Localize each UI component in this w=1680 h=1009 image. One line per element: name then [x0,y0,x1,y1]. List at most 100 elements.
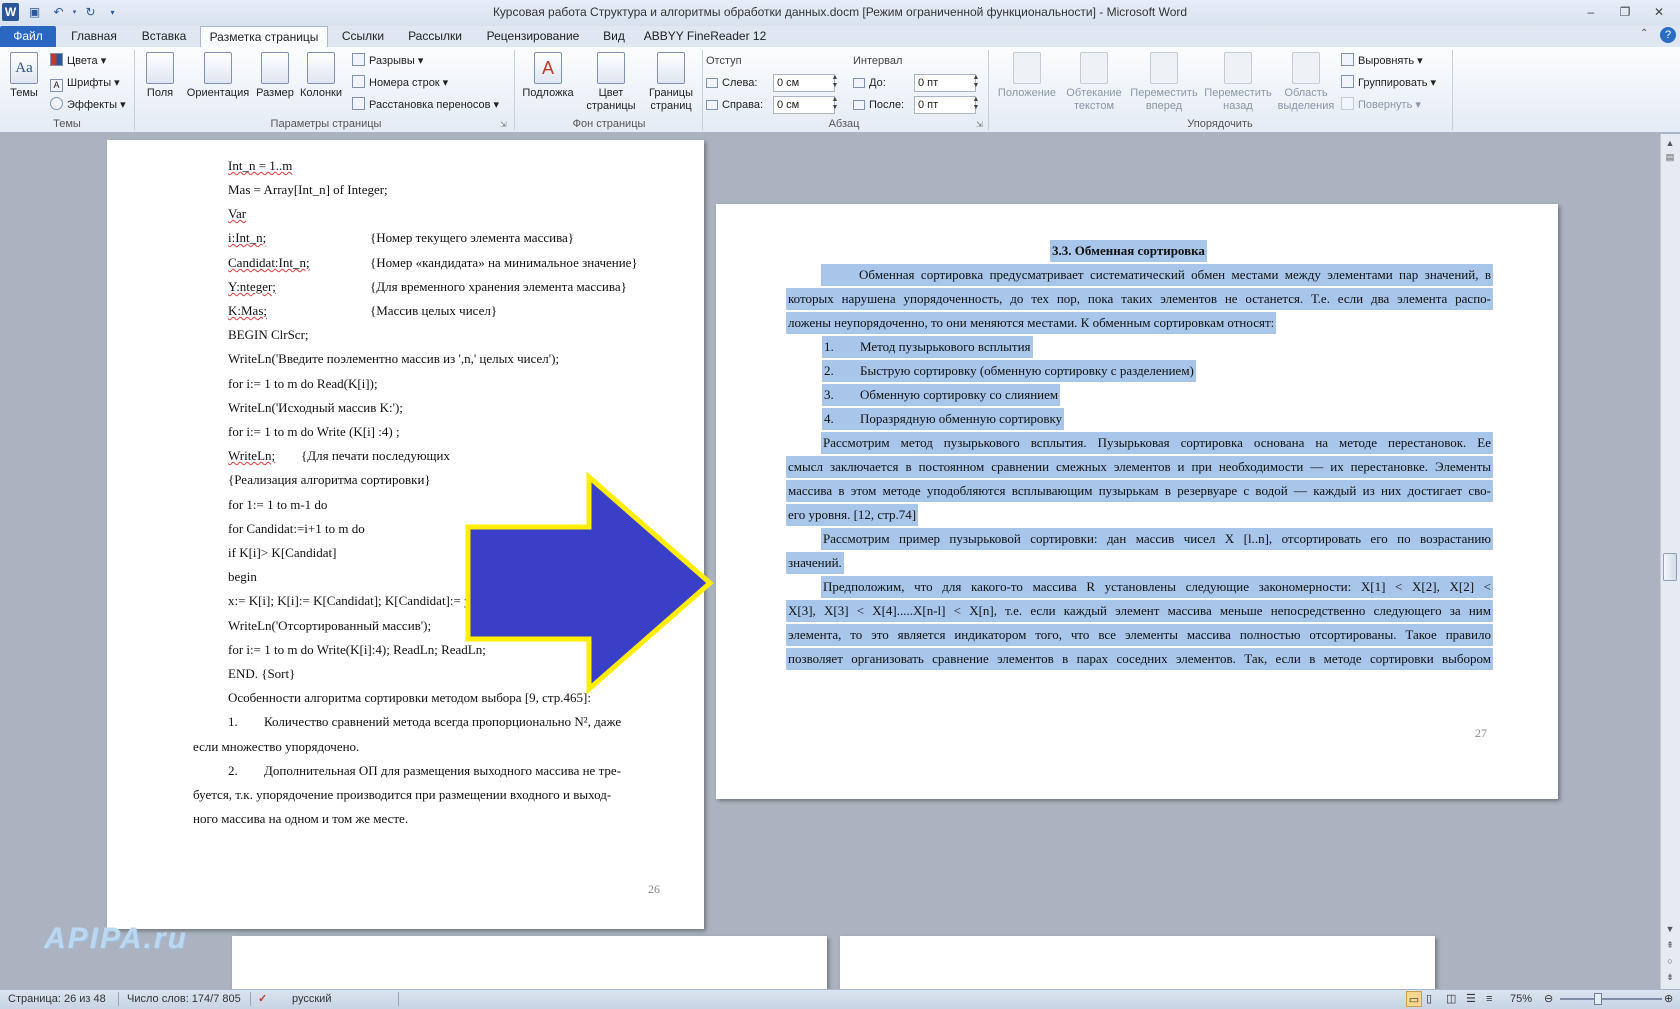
tab-abbyy[interactable]: ABBYY FineReader 12 [642,26,768,47]
page-borders-label-2: страниц [650,100,692,112]
close-icon[interactable]: ✕ [1646,3,1672,21]
tab-home[interactable]: Главная [60,26,128,47]
zoom-slider-track[interactable] [1560,998,1662,1000]
tab-insert[interactable]: Вставка [132,26,196,47]
line-numbers-button[interactable]: Номера строк ▾ [352,74,448,92]
orientation-icon [204,52,232,84]
selection-pane-button[interactable]: Область выделения [1276,52,1336,113]
hyphenation-button[interactable]: Расстановка переносов ▾ [352,96,499,114]
indent-left-spinner-icon[interactable]: ▲ ▼ [829,74,841,92]
status-language[interactable]: русский [292,989,331,1009]
watermark-button[interactable]: A Подложка [518,52,578,100]
orientation-button[interactable]: Ориентация [183,52,253,100]
send-backward-button[interactable]: Переместить назад [1202,52,1274,113]
tab-view[interactable]: Вид [594,26,634,47]
minimize-icon[interactable]: – [1578,3,1604,21]
code-line: Int_n = 1..m [228,158,293,173]
themes-button[interactable]: Aa Темы [6,52,42,100]
bring-forward-icon [1150,52,1178,84]
zoom-slider-thumb[interactable] [1594,993,1602,1005]
tab-page-layout[interactable]: Разметка страницы [200,26,328,48]
ribbon-separator [1452,50,1453,130]
indent-right-text: Справа: [722,99,764,111]
theme-fonts-button[interactable]: A Шрифты ▾ [50,74,120,92]
group-label-page-setup: Параметры страницы [270,118,382,130]
spacing-before-spinner-icon[interactable]: ▲ ▼ [970,74,982,92]
page-color-icon [597,52,625,84]
group-button[interactable]: Группировать ▾ [1341,74,1436,92]
page-27[interactable]: 3.3. Обменная сортировка Обменная сортир… [716,204,1558,799]
wrap-text-label-2: текстом [1073,100,1115,112]
help-icon[interactable]: ? [1660,27,1676,43]
list-number: 2. [822,360,858,382]
indent-title: Отступ [706,55,742,67]
draft-icon[interactable]: ≡ [1486,989,1492,1009]
columns-button[interactable]: Колонки [297,52,345,100]
paragraph-launcher-icon[interactable]: ⇲ [976,120,983,129]
page-number: 27 [1475,726,1487,740]
next-page-icon[interactable]: ⇟ [1663,970,1677,984]
paragraph-line: ного массива на одном и том же месте. [193,811,409,826]
group-label-themes: Темы [53,118,81,130]
spacing-before-input[interactable]: 0 пт [914,74,976,92]
page-setup-launcher-icon[interactable]: ⇲ [500,120,507,129]
page-28[interactable] [232,936,827,989]
tab-review[interactable]: Рецензирование [478,26,588,47]
paragraph-line: если множество упорядочено. [193,739,360,754]
code-line: WriteLn('Введите поэлементно массив из '… [228,351,560,366]
web-layout-icon[interactable]: ◫ [1446,989,1456,1009]
breaks-button[interactable]: Разрывы ▾ [352,52,423,70]
page-borders-label-1: Границы [649,87,693,99]
scroll-down-icon[interactable]: ▼ [1663,922,1677,936]
position-label: Положение [997,87,1057,99]
tab-file[interactable]: Файл [0,26,56,47]
print-layout-icon[interactable]: ▭ [1406,991,1422,1007]
bring-forward-button[interactable]: Переместить вперед [1128,52,1200,113]
ribbon-separator [702,50,703,130]
theme-colors-button[interactable]: Цвета ▾ [50,52,106,70]
zoom-out-icon[interactable]: ⊖ [1544,989,1553,1009]
tab-references[interactable]: Ссылки [334,26,392,47]
line-numbers-label: Номера строк [369,77,440,89]
indent-right-input[interactable]: 0 см [773,96,835,114]
rotate-button[interactable]: Повернуть ▾ [1341,96,1421,114]
paragraph-line: Предположим, что для какого-то массива R… [821,576,1493,598]
paragraph-line: смысл заключается в постоянном сравнении… [786,456,1493,478]
align-button[interactable]: Выровнять ▾ [1341,52,1423,70]
spacing-after-input[interactable]: 0 пт [914,96,976,114]
scroll-thumb[interactable] [1663,553,1677,581]
page-color-button[interactable]: Цвет страницы [580,52,642,113]
document-workspace[interactable]: Int_n = 1..m Mas = Array[Int_n] of Integ… [0,134,1660,989]
minimize-ribbon-icon[interactable]: ⌃ [1640,28,1648,39]
indent-left-label: Слева: [706,74,757,92]
status-page[interactable]: Страница: 26 из 48 [8,989,106,1009]
watermark-icon: A [534,52,562,84]
page-29[interactable] [840,936,1435,989]
status-words[interactable]: Число слов: 174/7 805 [127,989,241,1009]
code-line: WriteLn('Исходный массив K:'); [228,400,403,415]
indent-left-input[interactable]: 0 см [773,74,835,92]
wrap-text-button[interactable]: Обтекание текстом [1062,52,1126,113]
full-screen-reading-icon[interactable]: ▯ [1426,989,1432,1009]
page-borders-button[interactable]: Границы страниц [644,52,698,113]
indent-right-spinner-icon[interactable]: ▲ ▼ [829,96,841,114]
scroll-up-icon[interactable]: ▲ [1663,136,1677,150]
margins-button[interactable]: Поля [142,52,178,100]
proofing-icon[interactable]: ✓ [258,989,267,1009]
restore-icon[interactable]: ❐ [1612,3,1638,21]
spacing-after-spinner-icon[interactable]: ▲ ▼ [970,96,982,114]
outline-icon[interactable]: ☰ [1466,989,1476,1009]
arrow-shape[interactable] [465,472,715,694]
ruler-toggle-icon[interactable]: ▤ [1663,150,1677,164]
browse-object-icon[interactable]: ○ [1663,954,1677,968]
theme-effects-button[interactable]: Эффекты ▾ [50,96,126,114]
previous-page-icon[interactable]: ⇞ [1663,938,1677,952]
tab-mailings[interactable]: Рассылки [398,26,472,47]
zoom-level[interactable]: 75% [1510,989,1532,1009]
paragraph-line: Рассмотрим метод пузырькового всплытия. … [821,432,1493,454]
zoom-in-icon[interactable]: ⊕ [1664,989,1673,1009]
size-button[interactable]: Размер [256,52,294,100]
code-comment: {Для временного хранения элемента массив… [370,279,627,294]
position-button[interactable]: Положение [994,52,1060,100]
code-line: END. {Sort} [228,666,296,681]
